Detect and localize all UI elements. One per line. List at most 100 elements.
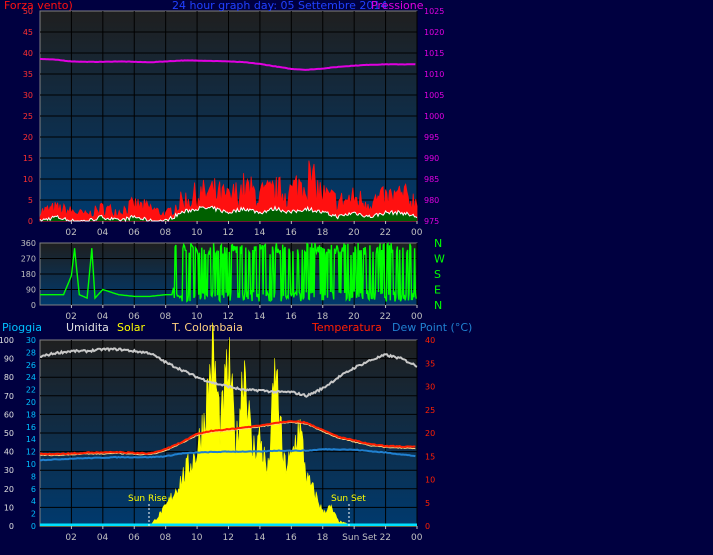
pressure-y-tick: 980: [424, 196, 439, 205]
legend-temperature: Temperatura: [311, 321, 382, 334]
pressure-y-tick: 985: [424, 175, 439, 184]
humidity-y-tick: 10: [4, 503, 14, 512]
humidity-y-tick: 30: [4, 466, 14, 475]
wind-y-tick: 10: [23, 175, 33, 184]
x-tick-label: 02: [65, 533, 76, 543]
rain-y-tick: 4: [31, 497, 36, 506]
x-tick-label: 14: [254, 228, 266, 238]
pressure-y-tick: 990: [424, 154, 439, 163]
x-tick-label: 10: [191, 533, 203, 543]
rain-y-tick: 24: [26, 373, 36, 382]
x-tick-label: 18: [317, 533, 329, 543]
rain-y-tick: 2: [31, 510, 36, 519]
wind-y-tick: 20: [23, 133, 33, 142]
compass-label: N: [434, 237, 442, 250]
rain-y-tick: 0: [31, 522, 36, 531]
temp-y-tick: 5: [425, 499, 430, 508]
rain-y-tick: 8: [31, 472, 36, 481]
x-tick-label: 14: [254, 533, 266, 543]
chart-title: 24 hour graph day: 05 Settembre 2014: [172, 0, 387, 12]
rain-y-tick: 6: [31, 485, 36, 494]
x-tick-label: 00: [411, 228, 423, 238]
legend-dew-point: Dew Point (°C): [392, 321, 472, 334]
compass-label: N: [434, 299, 442, 312]
rain-y-tick: 12: [26, 448, 36, 457]
compass-label: E: [434, 284, 441, 297]
rain-y-tick: 28: [26, 348, 36, 357]
x-tick-label: 06: [128, 533, 140, 543]
humidity-y-tick: 20: [4, 485, 14, 494]
wind-y-tick: 40: [23, 49, 33, 58]
x-tick-label: 22: [380, 533, 391, 543]
rain-y-tick: 10: [26, 460, 36, 469]
rain-y-tick: 22: [26, 386, 36, 395]
rain-y-tick: 16: [26, 423, 36, 432]
temp-y-tick: 10: [425, 476, 435, 485]
compass-label: W: [434, 253, 445, 266]
wind-y-tick: 45: [23, 28, 33, 37]
weather-graphs-svg: 02 04 06 08 10 12 14 16 18 20 22 000510152025303540…: [0, 0, 472, 543]
humidity-y-tick: 50: [4, 429, 14, 438]
direction-y-tick: 270: [21, 255, 36, 264]
pressure-y-tick: 1015: [424, 49, 444, 58]
temp-y-tick: 25: [425, 406, 435, 415]
rain-y-tick: 26: [26, 361, 36, 370]
temp-y-tick: 35: [425, 359, 435, 368]
humidity-y-tick: 80: [4, 373, 14, 382]
wind-y-tick: 30: [23, 91, 33, 100]
legend-rain: Pioggia: [2, 321, 42, 334]
x-tick-label: 18: [317, 228, 329, 238]
legend-solar: Solar: [117, 321, 146, 334]
wind-y-tick: 0: [28, 217, 33, 226]
temp-y-tick: 40: [425, 336, 435, 345]
humidity-y-tick: 100: [0, 336, 14, 345]
x-tick-label: 22: [380, 228, 391, 238]
temp-y-tick: 20: [425, 429, 435, 438]
humidity-y-tick: 70: [4, 392, 14, 401]
x-tick-label: 04: [97, 533, 109, 543]
pressure-y-tick: 1010: [424, 70, 444, 79]
wind-axis-label: Forza vento): [4, 0, 73, 12]
x-tick-label: 02: [65, 228, 76, 238]
sun-set-label: Sun Set: [331, 494, 366, 504]
wind-y-tick: 35: [23, 70, 33, 79]
x-tick-label: 08: [160, 312, 172, 322]
direction-y-tick: 180: [21, 270, 36, 279]
sun-rise-label: Sun Rise: [128, 494, 167, 504]
x-tick-label: 10: [191, 228, 203, 238]
pressure-axis-label: Pressione: [371, 0, 424, 12]
compass-label: S: [434, 268, 441, 281]
wind-y-tick: 15: [23, 154, 33, 163]
wind-y-tick: 25: [23, 112, 33, 121]
pressure-y-tick: 995: [424, 133, 439, 142]
rain-y-tick: 14: [26, 435, 36, 444]
temp-y-tick: 0: [425, 522, 430, 531]
wind-y-tick: 5: [28, 196, 33, 205]
temp-y-tick: 15: [425, 452, 435, 461]
x-tick-label: 00: [411, 533, 423, 543]
rain-y-tick: 20: [26, 398, 36, 407]
x-tick-label: 04: [97, 228, 109, 238]
direction-y-tick: 90: [26, 286, 36, 295]
x-tick-label: 16: [285, 533, 297, 543]
x-tick-label: 12: [223, 533, 234, 543]
direction-y-tick: 360: [21, 239, 36, 248]
weather-graph: 02 04 06 08 10 12 14 16 18 20 22 00 0 5 10 15 20 25 30 35 40…: [0, 0, 713, 555]
x-tick-label: 12: [223, 228, 234, 238]
temp-y-tick: 30: [425, 383, 435, 392]
x-tick-label: 16: [285, 228, 297, 238]
pressure-y-tick: 1020: [424, 28, 444, 37]
legend-humidity: Umidita: [66, 321, 109, 334]
rain-y-tick: 18: [26, 410, 36, 419]
x-tick-label: Sun Set: [342, 533, 377, 543]
pressure-y-tick: 1000: [424, 112, 444, 121]
direction-y-tick: 0: [31, 301, 36, 310]
x-tick-label: 08: [160, 228, 172, 238]
x-tick-label: 08: [160, 533, 172, 543]
legend-colombaia: T. Colombaia: [171, 321, 243, 334]
x-tick-label: 20: [348, 228, 360, 238]
pressure-y-tick: 1005: [424, 91, 444, 100]
x-tick-label: 14: [254, 312, 266, 322]
x-tick-label: 16: [285, 312, 297, 322]
humidity-y-tick: 40: [4, 448, 14, 457]
